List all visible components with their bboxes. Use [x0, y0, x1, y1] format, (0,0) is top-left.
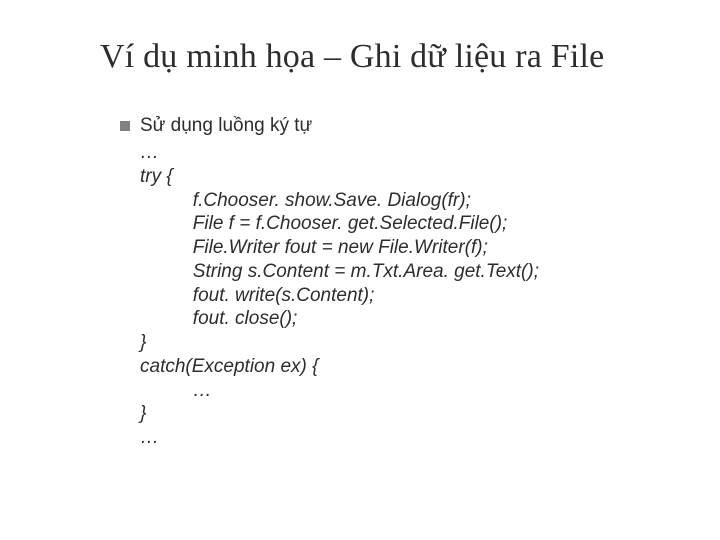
code-line: }	[140, 332, 146, 353]
code-line: f.Chooser. show.Save. Dialog(fr);	[140, 190, 471, 211]
bullet-text: Sử dụng luồng ký tự	[140, 115, 312, 137]
code-line: fout. close();	[140, 308, 297, 329]
code-line: fout. write(s.Content);	[140, 285, 374, 306]
code-line: …	[140, 380, 212, 401]
code-line: String s.Content = m.Txt.Area. get.Text(…	[140, 261, 539, 282]
code-line: …	[140, 427, 159, 448]
code-line: File.Writer fout = new File.Writer(f);	[140, 237, 488, 258]
square-bullet-icon	[120, 121, 130, 131]
code-line: try {	[140, 166, 173, 187]
code-line: File f = f.Chooser. get.Selected.File();	[140, 213, 507, 234]
code-line: }	[140, 403, 146, 424]
code-line: …	[140, 142, 159, 163]
slide-title: Ví dụ minh họa – Ghi dữ liệu ra File	[100, 38, 680, 76]
bullet-item: Sử dụng luồng ký tự	[120, 115, 660, 137]
code-line: catch(Exception ex) {	[140, 356, 318, 377]
slide-body: Sử dụng luồng ký tự … try { f.Chooser. s…	[120, 115, 660, 450]
slide: Ví dụ minh họa – Ghi dữ liệu ra File Sử …	[0, 0, 720, 540]
code-block: … try { f.Chooser. show.Save. Dialog(fr)…	[140, 141, 660, 450]
